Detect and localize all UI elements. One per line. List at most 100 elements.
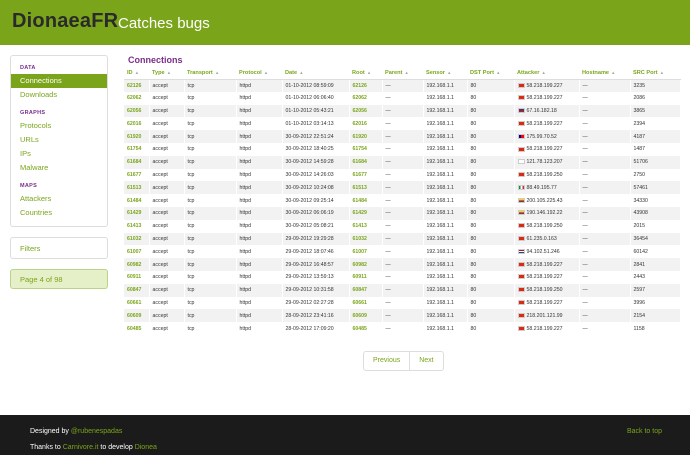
sort-icon[interactable]: ▴ [448, 70, 451, 76]
column-header-protocol[interactable]: Protocol ▴ [236, 68, 282, 80]
cell-id[interactable]: 62016 [124, 117, 150, 131]
cell-root[interactable]: 60911 [349, 270, 383, 284]
cell-root[interactable]: 62016 [349, 117, 383, 131]
cell-root[interactable]: 62056 [349, 104, 383, 118]
sort-icon[interactable]: ▴ [368, 70, 371, 76]
cell-root[interactable]: 60609 [349, 309, 383, 323]
sort-icon[interactable]: ▴ [405, 70, 408, 76]
cell-id[interactable]: 60485 [124, 322, 150, 335]
cell-root[interactable]: 61032 [349, 232, 383, 246]
cell-transport: tcp [184, 283, 237, 297]
carnivore-link[interactable]: Carnivore.it [63, 444, 99, 451]
column-header-type[interactable]: Type ▴ [149, 68, 184, 80]
cell-root[interactable]: 61413 [349, 219, 383, 233]
sort-icon[interactable]: ▴ [661, 70, 664, 76]
sidebar-item-countries[interactable]: Countries [11, 206, 107, 220]
cell-id[interactable]: 62062 [124, 91, 150, 105]
cell-text: 3865 [633, 107, 646, 114]
sidebar-item-attackers[interactable]: Attackers [11, 192, 107, 206]
sort-icon[interactable]: ▴ [265, 70, 268, 76]
cell-root[interactable]: 61677 [349, 168, 383, 182]
column-header-parent[interactable]: Parent ▴ [382, 68, 423, 80]
sidebar-item-urls[interactable]: URLs [11, 133, 107, 147]
cell-root[interactable]: 61684 [349, 155, 383, 169]
cell-id[interactable]: 61429 [124, 206, 150, 220]
next-button[interactable]: Next [409, 352, 442, 370]
cell-protocol: httpd [236, 168, 283, 182]
cell-text: 36454 [633, 235, 648, 242]
cell-id[interactable]: 62056 [124, 104, 150, 118]
cell-root[interactable]: 60485 [349, 322, 383, 335]
sort-icon[interactable]: ▴ [612, 70, 615, 76]
cell-root[interactable]: 62126 [349, 79, 383, 92]
sidebar-item-protocols[interactable]: Protocols [11, 119, 107, 133]
cell-root[interactable]: 61007 [349, 245, 383, 259]
cell-date: 29-09-2012 10:31:58 [282, 283, 350, 297]
cell-id[interactable]: 60982 [124, 258, 150, 271]
cell-root[interactable]: 61754 [349, 142, 383, 156]
previous-button[interactable]: Previous [364, 352, 409, 370]
cell-id[interactable]: 61513 [124, 181, 150, 195]
column-header-hostname[interactable]: Hostname ▴ [579, 68, 630, 80]
cell-id[interactable]: 61920 [124, 130, 150, 143]
cell-root[interactable]: 60847 [349, 283, 383, 297]
cell-protocol: httpd [236, 296, 283, 310]
cell-id[interactable]: 60661 [124, 296, 150, 310]
cell-text: — [385, 312, 391, 319]
cell-id[interactable]: 61032 [124, 232, 150, 246]
cell-id[interactable]: 61754 [124, 142, 150, 156]
cell-root[interactable]: 60661 [349, 296, 383, 310]
cell-id[interactable]: 62126 [124, 79, 150, 92]
sort-icon[interactable]: ▴ [497, 70, 500, 76]
cell-text: 192.168.1.1 [426, 133, 454, 140]
designer-link[interactable]: @rubenespadas [71, 428, 122, 435]
dionaea-link[interactable]: Dionea [135, 444, 157, 451]
sidebar-item-downloads[interactable]: Downloads [11, 88, 107, 102]
cell-id[interactable]: 61484 [124, 194, 150, 207]
filters-link[interactable]: Filters [10, 237, 108, 259]
column-header-label: Date [285, 70, 298, 77]
cell-type: accept [149, 181, 185, 195]
column-header-sensor[interactable]: Sensor ▴ [423, 68, 467, 80]
cell-id[interactable]: 60847 [124, 283, 150, 297]
cell-dst-port: 80 [467, 142, 515, 156]
cell-type: accept [149, 91, 185, 105]
column-header-dst-port[interactable]: DST Port ▴ [467, 68, 514, 80]
cell-root[interactable]: 60982 [349, 258, 383, 271]
cell-root[interactable]: 62062 [349, 91, 383, 105]
cell-root[interactable]: 61484 [349, 194, 383, 207]
cell-root[interactable]: 61920 [349, 130, 383, 143]
cell-id[interactable]: 61677 [124, 168, 150, 182]
cell-text: 30-09-2012 22:51:24 [285, 133, 334, 140]
cell-root[interactable]: 61513 [349, 181, 383, 195]
sidebar-item-connections[interactable]: Connections [11, 74, 107, 88]
back-to-top-link[interactable]: Back to top [627, 428, 662, 435]
cell-root[interactable]: 61429 [349, 206, 383, 220]
sidebar-item-malware[interactable]: Malware [11, 161, 107, 175]
column-header-date[interactable]: Date ▴ [282, 68, 349, 80]
cell-id[interactable]: 60911 [124, 270, 150, 284]
cell-text: 80 [470, 325, 477, 332]
sort-icon[interactable]: ▴ [216, 70, 219, 76]
sort-icon[interactable]: ▴ [136, 70, 139, 76]
sort-icon[interactable]: ▴ [300, 70, 303, 76]
cell-id[interactable]: 60609 [124, 309, 150, 323]
column-header-root[interactable]: Root ▴ [349, 68, 382, 80]
column-header-src-port[interactable]: SRC Port ▴ [630, 68, 680, 80]
top-header: DionaeaFR Catches bugs [0, 0, 690, 45]
column-header-transport[interactable]: Transport ▴ [184, 68, 236, 80]
cell-transport: tcp [184, 296, 237, 310]
column-header-attacker[interactable]: Attacker ▴ [514, 68, 579, 80]
sort-icon[interactable]: ▴ [168, 70, 171, 76]
cell-text: 190.146.192.22 [526, 210, 563, 217]
cell-id[interactable]: 61684 [124, 155, 150, 169]
cell-id[interactable]: 61413 [124, 219, 150, 233]
cell-id[interactable]: 61007 [124, 245, 150, 259]
cell-hostname: — [579, 296, 631, 310]
sort-icon[interactable]: ▴ [542, 70, 545, 76]
sidebar-item-ips[interactable]: IPs [11, 147, 107, 161]
cell-sensor: 192.168.1.1 [423, 296, 468, 310]
column-header-id[interactable]: ID ▴ [124, 68, 149, 80]
page-title: Connections [128, 55, 183, 65]
brand-logo[interactable]: DionaeaFR [12, 10, 118, 33]
